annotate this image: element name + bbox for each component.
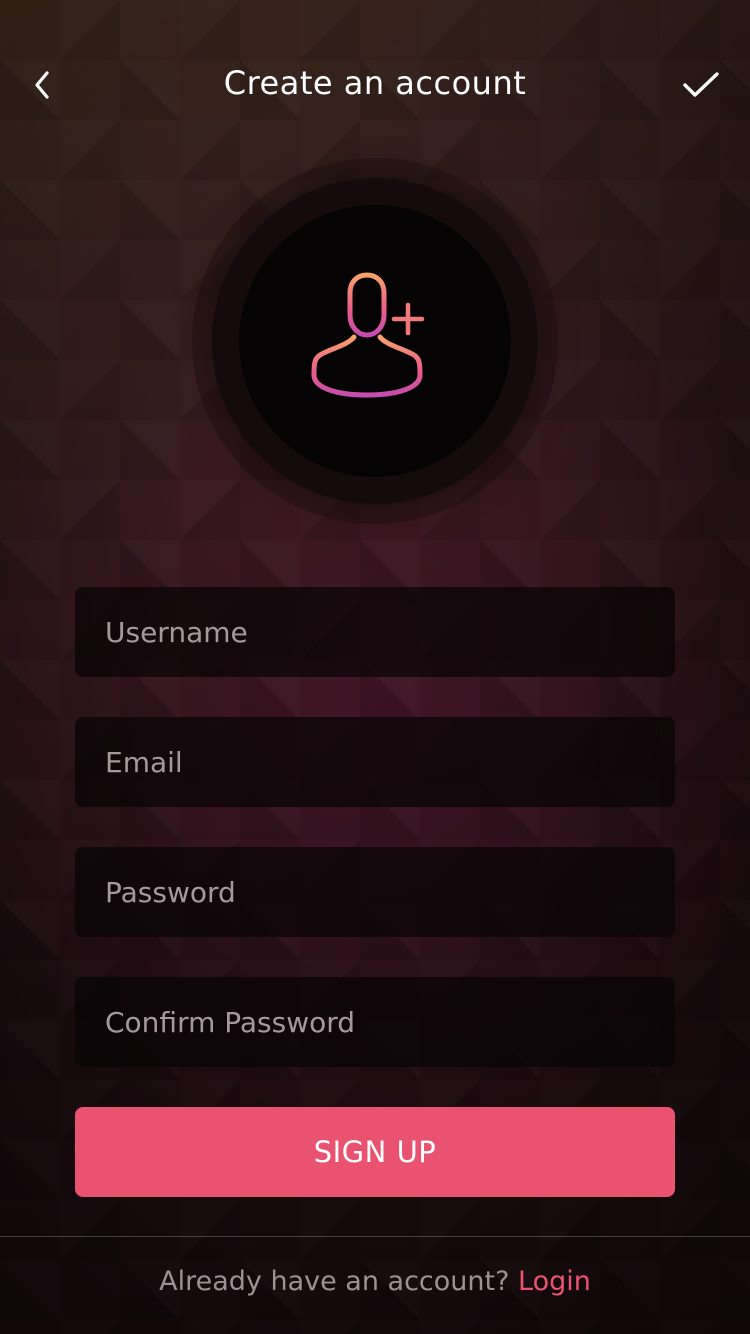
confirm-password-field: [75, 977, 675, 1067]
username-input[interactable]: [75, 587, 675, 677]
avatar-button[interactable]: [239, 205, 511, 477]
login-prompt: Already have an account?: [159, 1266, 510, 1297]
footer-divider: [0, 1236, 750, 1237]
checkmark-icon: [683, 72, 719, 97]
signup-button[interactable]: SIGN UP: [75, 1107, 675, 1197]
email-input[interactable]: [75, 717, 675, 807]
login-link[interactable]: Login: [518, 1266, 591, 1297]
confirm-button[interactable]: [676, 60, 726, 110]
footer: Already have an account? Login: [0, 1266, 750, 1297]
avatar-upload: [212, 178, 538, 504]
page-title: Create an account: [223, 64, 527, 102]
email-field: [75, 717, 675, 807]
password-field: [75, 847, 675, 937]
username-field: [75, 587, 675, 677]
password-input[interactable]: [75, 847, 675, 937]
confirm-password-input[interactable]: [75, 977, 675, 1067]
add-user-icon: [311, 272, 425, 398]
header: Create an account: [0, 40, 750, 130]
